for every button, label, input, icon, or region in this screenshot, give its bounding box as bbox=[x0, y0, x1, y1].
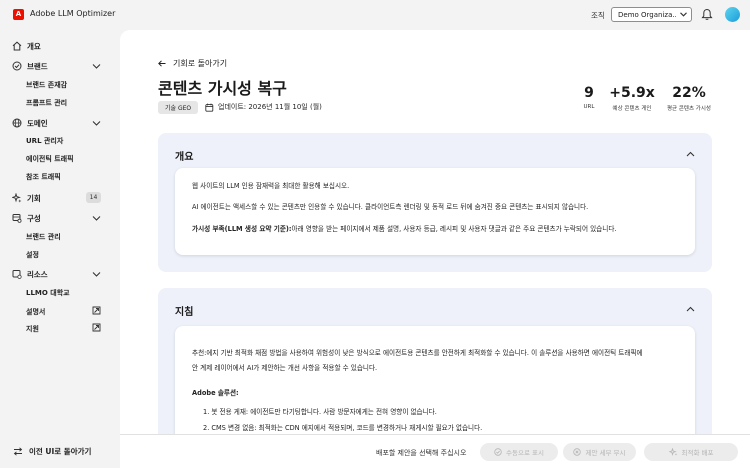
solution-step: 2. CMS 변경 없음: 최적화는 CDN 에지에서 적용되며, 코드를 변경… bbox=[203, 424, 483, 432]
sidebar-item-prompt-management[interactable]: 프롬프트 관리 bbox=[26, 98, 67, 108]
stat-value: 22% bbox=[672, 85, 706, 101]
sidebar-item-support[interactable]: 지원 bbox=[26, 324, 39, 334]
guidance-line: 추천:에지 기반 최적화 채점 방법을 사용하여 위험성이 낮은 방식으로 에이… bbox=[192, 349, 643, 357]
external-link-icon bbox=[92, 306, 101, 315]
overview-heading: 개요 bbox=[175, 152, 194, 163]
overview-line: AI 에이전트는 액세스할 수 있는 콘텐츠만 인용할 수 있습니다. 클라이언… bbox=[192, 203, 589, 211]
guidance-panel: 지침 추천:에지 기반 최적화 채점 방법을 사용하여 위험성이 낮은 방식으로… bbox=[158, 288, 712, 434]
globe-icon bbox=[12, 118, 22, 128]
chevron-down-icon bbox=[92, 64, 101, 69]
deploy-optimization-label: 최적화 배포 bbox=[681, 449, 714, 457]
stat-label: 예상 콘텐츠 게인 bbox=[612, 106, 652, 113]
solution-step: 1. 봇 전용 게재: 에이전트만 타기팅합니다. 사람 방문자에게는 전혀 영… bbox=[203, 408, 437, 416]
calendar-icon bbox=[205, 103, 214, 112]
sidebar-item-label: 리소스 bbox=[27, 270, 48, 279]
sidebar-item-label: 구성 bbox=[27, 214, 41, 223]
chevron-down-icon bbox=[677, 9, 690, 20]
sidebar-item-brand-management[interactable]: 브랜드 관리 bbox=[26, 232, 61, 242]
sidebar-item-domain[interactable]: 도메인 bbox=[0, 115, 120, 131]
sidebar-item-documentation[interactable]: 설명서 bbox=[26, 307, 45, 317]
resources-icon bbox=[12, 270, 22, 279]
org-label: 조직 bbox=[591, 11, 605, 20]
sparkle-icon bbox=[12, 193, 22, 203]
sidebar-item-settings[interactable]: 설정 bbox=[26, 250, 39, 260]
stat-content-gain: +5.9x 예상 콘텐츠 게인 bbox=[608, 85, 656, 113]
sidebar-item-brand[interactable]: 브랜드 bbox=[0, 58, 120, 74]
chevron-up-icon[interactable] bbox=[686, 150, 695, 158]
chevron-down-icon bbox=[92, 121, 101, 126]
back-label: 기회로 돌아가기 bbox=[173, 59, 228, 68]
deploy-optimization-button[interactable]: 최적화 배포 bbox=[644, 443, 738, 461]
mark-manual-button[interactable]: 수동으로 표시 bbox=[480, 443, 558, 461]
ignore-suggestion-button[interactable]: 제안 세부 무시 bbox=[563, 443, 636, 461]
sidebar-item-url-manager[interactable]: URL 관리자 bbox=[26, 136, 63, 146]
overview-panel: 개요 웹 사이트의 LLM 인용 잠재력을 최대한 활용해 보십시오. AI 에… bbox=[158, 133, 712, 272]
stat-value: 9 bbox=[584, 85, 594, 101]
stat-urls: 9 URL bbox=[578, 85, 600, 111]
chevron-up-icon[interactable] bbox=[686, 305, 695, 313]
mark-manual-label: 수동으로 표시 bbox=[506, 449, 544, 457]
category-tag: 기술 GEO bbox=[158, 101, 199, 114]
sidebar-item-label: 개요 bbox=[27, 42, 41, 51]
updated-date-text: 업데이트: 2026년 11월 10일 (월) bbox=[218, 103, 322, 111]
dismiss-icon bbox=[573, 448, 582, 456]
stat-value: +5.9x bbox=[609, 85, 655, 101]
visibility-gap-label: 가시성 부족(LLM 생성 요약 기준): bbox=[192, 225, 292, 233]
count-badge: 14 bbox=[86, 192, 101, 203]
selection-hint: 배포할 제안을 선택해 주십시오 bbox=[376, 449, 467, 457]
app-title: Adobe LLM Optimizer bbox=[30, 9, 116, 18]
page-title: 콘텐츠 가시성 복구 bbox=[158, 79, 287, 98]
sidebar-item-configuration[interactable]: 구성 bbox=[0, 210, 120, 226]
top-bar: A Adobe LLM Optimizer 조직 Demo Organiza..… bbox=[0, 0, 750, 30]
sidebar-item-label: 브랜드 bbox=[27, 62, 48, 71]
config-icon bbox=[12, 214, 22, 223]
adobe-logo[interactable]: A bbox=[13, 9, 24, 20]
sidebar-item-label: 도메인 bbox=[27, 119, 48, 128]
back-to-opportunities-link[interactable]: 기회로 돌아가기 bbox=[158, 58, 227, 69]
home-icon bbox=[12, 41, 22, 51]
sidebar-item-agentic-traffic[interactable]: 에이전틱 트래픽 bbox=[26, 154, 74, 164]
sidebar-item-llmo-university[interactable]: LLMO 대학교 bbox=[26, 288, 70, 298]
swap-arrows-icon bbox=[13, 447, 23, 456]
overview-line: 가시성 부족(LLM 생성 요약 기준):아래 영향을 받는 페이지에서 제품 … bbox=[192, 223, 616, 233]
sidebar-item-resources[interactable]: 리소스 bbox=[0, 266, 120, 282]
solution-heading: Adobe 솔루션: bbox=[192, 389, 239, 397]
sidebar-item-overview[interactable]: 개요 bbox=[0, 38, 120, 54]
check-circle-icon bbox=[12, 61, 22, 71]
action-bar: 배포할 제안을 선택해 주십시오 수동으로 표시 제안 세부 무시 최적화 배포 bbox=[120, 434, 750, 468]
stat-visibility: 22% 평균 콘텐츠 가시성 bbox=[662, 85, 716, 113]
avatar[interactable] bbox=[725, 7, 740, 22]
back-to-old-ui-label: 이전 UI로 돌아가기 bbox=[29, 447, 92, 456]
main-content: 기회로 돌아가기 콘텐츠 가시성 복구 기술 GEO 업데이트: 2026년 1… bbox=[120, 30, 750, 434]
external-link-icon bbox=[92, 323, 101, 332]
check-circle-icon bbox=[494, 448, 502, 456]
arrow-left-icon bbox=[158, 60, 166, 67]
org-select[interactable]: Demo Organiza... bbox=[611, 7, 692, 22]
guidance-heading: 지침 bbox=[175, 307, 194, 318]
guidance-line: 안 계제 레이어에서 AI가 제안하는 개선 사항을 적용할 수 있습니다. bbox=[192, 364, 378, 372]
sidebar: 개요 브랜드 브랜드 존재감 프롬프트 관리 도메인 URL 관리자 에이전틱 … bbox=[0, 30, 120, 468]
overview-line: 웹 사이트의 LLM 인용 잠재력을 최대한 활용해 보십시오. bbox=[192, 182, 350, 190]
ignore-suggestion-label: 제안 세부 무시 bbox=[585, 449, 626, 457]
stat-label: URL bbox=[583, 104, 595, 111]
sidebar-item-label: 기회 bbox=[27, 194, 41, 203]
sidebar-item-brand-presence[interactable]: 브랜드 존재감 bbox=[26, 80, 67, 90]
chevron-down-icon bbox=[92, 272, 101, 277]
overview-card: 웹 사이트의 LLM 인용 잠재력을 최대한 활용해 보십시오. AI 에이전트… bbox=[175, 168, 695, 255]
sparkle-icon bbox=[668, 448, 677, 456]
visibility-gap-text: 아래 영향을 받는 페이지에서 제품 설명, 사용자 등급, 레시피 및 사용자… bbox=[291, 225, 617, 233]
guidance-card: 추천:에지 기반 최적화 채점 방법을 사용하여 위험성이 낮은 방식으로 에이… bbox=[175, 326, 695, 434]
chevron-down-icon bbox=[92, 216, 101, 221]
bell-icon[interactable] bbox=[701, 8, 713, 21]
sidebar-item-opportunities[interactable]: 기회 14 bbox=[0, 190, 120, 206]
sidebar-item-referral-traffic[interactable]: 참조 트래픽 bbox=[26, 172, 61, 182]
updated-date: 업데이트: 2026년 11월 10일 (월) bbox=[205, 102, 322, 112]
org-select-value: Demo Organiza... bbox=[618, 10, 676, 19]
back-to-old-ui-link[interactable]: 이전 UI로 돌아가기 bbox=[13, 446, 91, 457]
stat-label: 평균 콘텐츠 가시성 bbox=[667, 106, 711, 113]
